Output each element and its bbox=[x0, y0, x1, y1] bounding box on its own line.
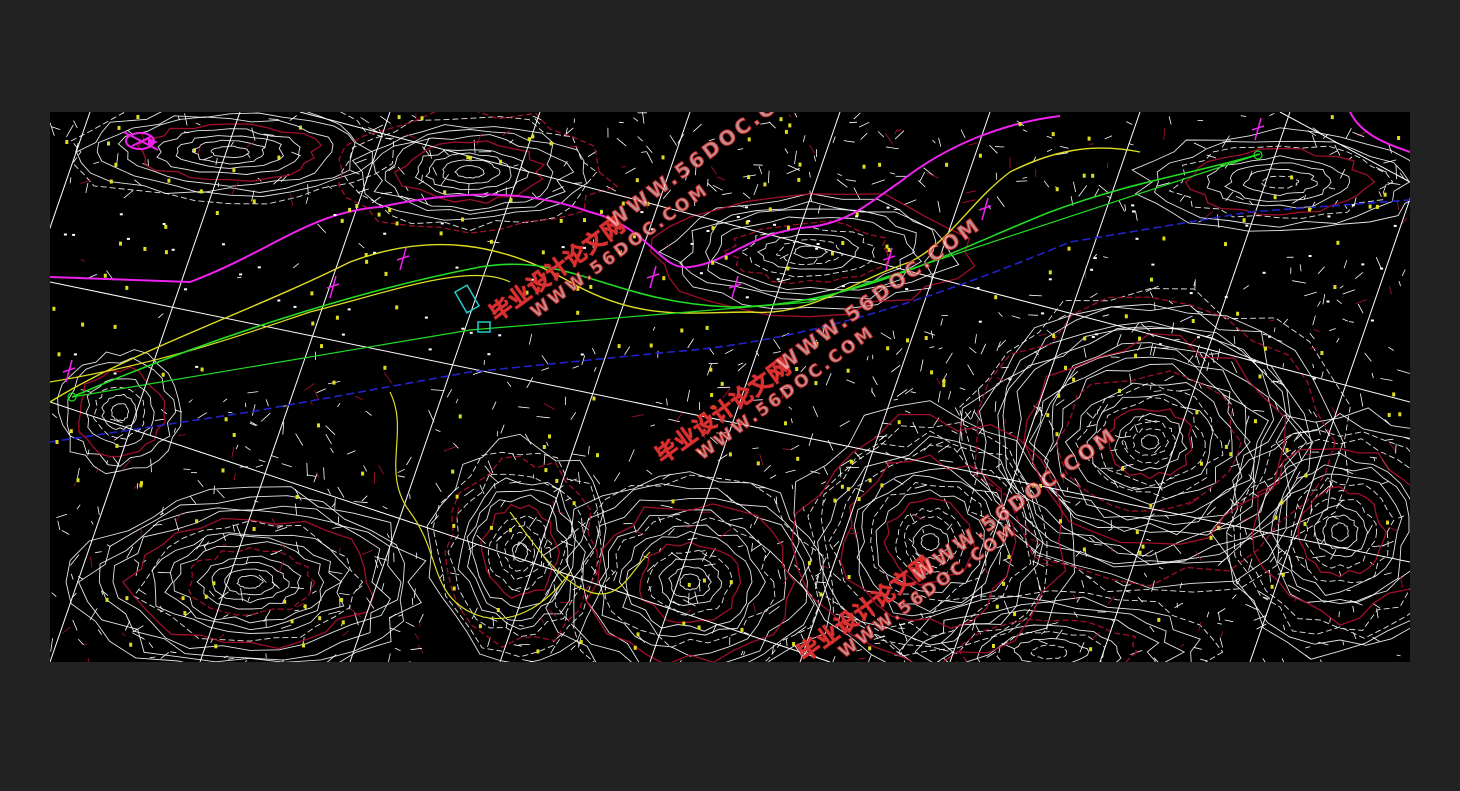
cad-viewport: 毕业设计论文网 WWW.56DOC.COM WWW.56DOC.COM 毕业设计… bbox=[0, 0, 1460, 791]
topographic-map-drawing[interactable]: 毕业设计论文网 WWW.56DOC.COM WWW.56DOC.COM 毕业设计… bbox=[50, 112, 1410, 662]
north-arrow-icon bbox=[122, 126, 162, 160]
index-contour-lines bbox=[78, 112, 1410, 662]
feature-lines bbox=[50, 112, 1410, 620]
map-canvas bbox=[50, 112, 1410, 662]
contour-lines bbox=[50, 112, 1410, 662]
elevation-spot-marks bbox=[52, 115, 1410, 654]
